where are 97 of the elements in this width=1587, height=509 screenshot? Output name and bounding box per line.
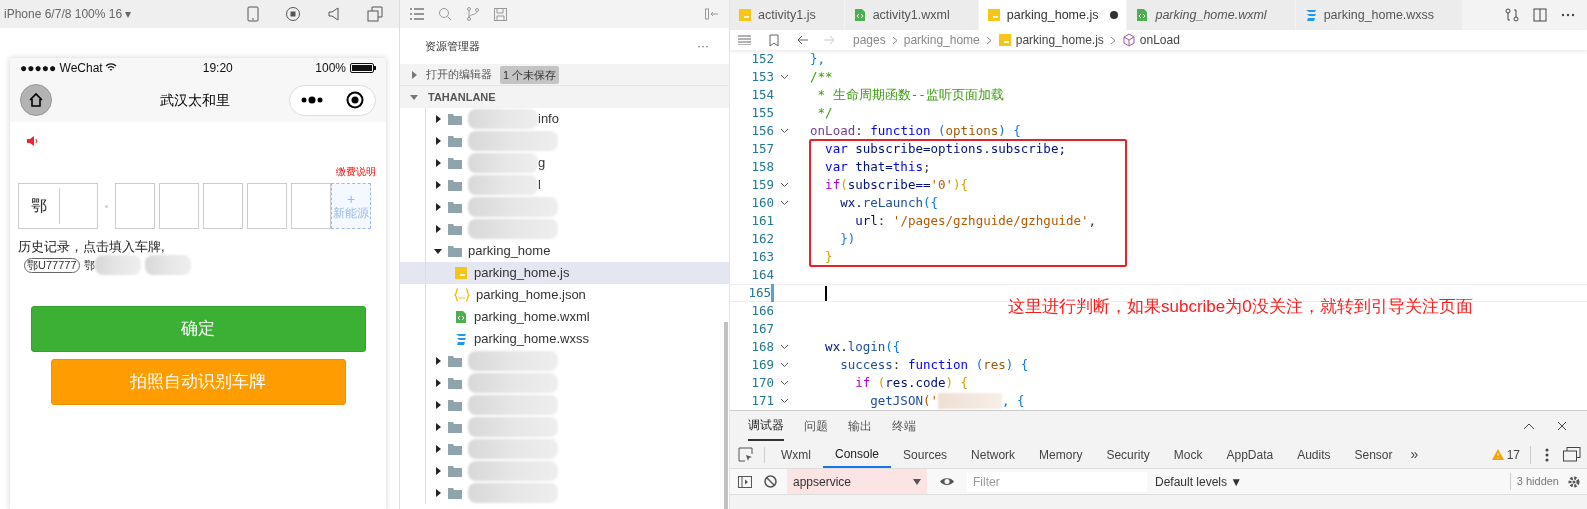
devtools-tab[interactable]: Sources (891, 441, 960, 468)
folder-row[interactable]: parking_home (400, 240, 729, 262)
panel-tab[interactable]: 问题 (804, 411, 828, 441)
battery-percent: 100% (315, 60, 346, 77)
file-name: parking_home.wxml (474, 308, 590, 327)
fee-info-link[interactable]: 缴费说明 (336, 164, 376, 179)
editor-tab[interactable]: activity1.js (730, 0, 845, 30)
devtools-tab[interactable]: Security (1094, 441, 1162, 468)
folder-row[interactable]: info (400, 108, 729, 130)
project-header[interactable]: TAHANLANE (400, 86, 729, 108)
editor-tab[interactable]: parking_home.js (978, 0, 1128, 30)
code-line: var that=this; (824, 157, 931, 176)
line-number: 162 (750, 229, 774, 248)
more-actions-button[interactable]: ··· (697, 37, 709, 55)
editor-tab[interactable]: parking_home.wxml (1127, 0, 1296, 30)
code-line: if (res.code) { (854, 373, 969, 392)
devtools-tab[interactable]: Wxml (769, 441, 823, 468)
file-row[interactable]: parking_home.wxss (400, 328, 729, 350)
unsaved-badge: 1 个未保存 (500, 65, 560, 84)
line-number: 170 (750, 373, 774, 392)
log-levels-select[interactable]: Default levels ▼ (1155, 472, 1243, 491)
folder-row[interactable]: g (400, 152, 729, 174)
code-line: var subscribe=options.subscribe; (824, 139, 1066, 158)
code-line: if(subscribe=='0'){ (824, 175, 969, 194)
file-row[interactable]: parking_home.wxml (400, 306, 729, 328)
more-tabs-button[interactable]: » (1404, 444, 1425, 465)
devtools-tab[interactable]: AppData (1214, 441, 1286, 468)
context-select[interactable]: appservice (787, 469, 927, 494)
code-line: getJSON(' , { (869, 391, 1025, 410)
panel-tab[interactable]: 输出 (848, 411, 872, 441)
line-number: 166 (750, 301, 774, 320)
file-name: parking_home.wxss (474, 330, 589, 349)
line-number: 161 (750, 211, 774, 230)
history-hint: 历史记录，点击填入车牌, (18, 238, 166, 256)
breadcrumb-item[interactable]: parking_home (903, 31, 980, 49)
line-number: 159 (750, 175, 774, 194)
line-number: 158 (750, 157, 774, 176)
filter-field[interactable]: Filter (967, 471, 1147, 492)
panel-tab[interactable]: 终端 (892, 411, 916, 441)
code-line: } (824, 247, 833, 266)
code-line: /** (809, 67, 833, 86)
file-row[interactable]: parking_home.json (400, 284, 729, 306)
file-name: info (538, 110, 559, 129)
code-line: onLoad: function (options) { (809, 121, 1021, 140)
line-number: 157 (750, 139, 774, 158)
breadcrumb-item[interactable]: parking_home.js (1015, 31, 1104, 49)
file-name: parking_home.json (476, 286, 586, 305)
history-chip[interactable]: 鄂 (83, 256, 95, 274)
line-number: 164 (750, 265, 774, 284)
code-line: wx.reLaunch({ (839, 193, 938, 212)
province-field[interactable]: 鄂 (18, 183, 98, 229)
line-number: 153 (750, 67, 774, 86)
devtools-tab[interactable]: Audits (1285, 441, 1343, 468)
line-number: 154 (750, 85, 774, 104)
file-name: parking_home.js (474, 264, 570, 283)
line-number: 165 (730, 283, 774, 303)
open-editors-header[interactable]: 打开的编辑器 1 个未保存 (400, 64, 729, 86)
line-number: 163 (750, 247, 774, 266)
carrier-label: ●●●●● WeChat (20, 60, 103, 77)
panel-tab[interactable]: 调试器 (748, 411, 784, 441)
code-line: }, (809, 50, 826, 68)
code-line: }) (839, 229, 856, 248)
line-number: 168 (750, 337, 774, 356)
code-line: success: function (res) { (839, 355, 1029, 374)
line-number: 156 (750, 121, 774, 140)
line-number: 160 (750, 193, 774, 212)
line-number: 167 (750, 319, 774, 338)
line-number: 152 (750, 50, 774, 68)
code-line: */ (816, 103, 833, 122)
code-line: * 生命周期函数--监听页面加载 (816, 85, 1004, 104)
breadcrumb-item[interactable]: pages (853, 31, 886, 49)
file-name: l (538, 176, 541, 195)
file-name: g (538, 154, 546, 173)
file-name: parking_home (468, 242, 551, 261)
hidden-count: 3 hidden (1509, 473, 1559, 490)
section-label: 打开的编辑器 (426, 67, 492, 83)
page-title: 武汉太和里 (160, 90, 230, 110)
devtools-tab[interactable]: Sensor (1342, 441, 1405, 468)
file-row[interactable]: parking_home.js (400, 262, 729, 284)
editor-tab[interactable]: parking_home.wxss (1295, 0, 1464, 30)
line-number: 155 (750, 103, 774, 122)
line-number: 171 (750, 391, 774, 410)
status-time: 19:20 (202, 60, 233, 77)
devtools-tab[interactable]: Mock (1161, 441, 1215, 468)
devtools-tab[interactable]: Memory (1027, 441, 1095, 468)
warnings-counter[interactable]: 17 (1491, 445, 1531, 464)
project-name: TAHANLANE (428, 89, 496, 105)
province-text: 鄂 (30, 196, 48, 216)
folder-row[interactable]: l (400, 174, 729, 196)
breadcrumb-item[interactable]: onLoad (1139, 31, 1180, 49)
line-number: 169 (750, 355, 774, 374)
code-line: wx.login({ (824, 337, 901, 356)
editor-tab[interactable]: activity1.wxml (844, 0, 979, 30)
explorer-title: 资源管理器 (425, 38, 480, 54)
code-line: url: '/pages/gzhguide/gzhguide', (854, 211, 1097, 230)
annotation-text: 这里进行判断，如果subcribe为0没关注，就转到引导关注页面 (1008, 296, 1474, 318)
devtools-tab[interactable]: Network (959, 441, 1028, 468)
